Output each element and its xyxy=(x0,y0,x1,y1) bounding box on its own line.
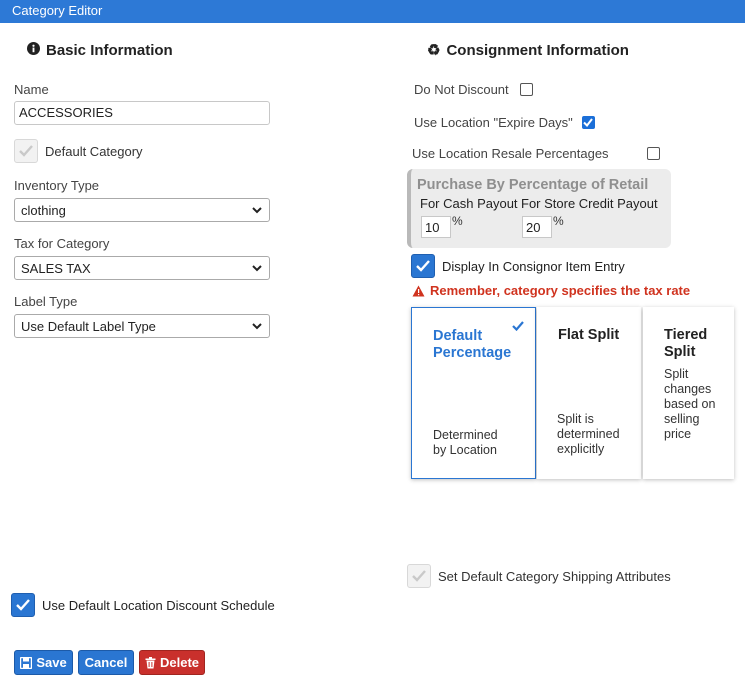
inventory-type-label: Inventory Type xyxy=(14,178,100,193)
checkmark-icon xyxy=(16,599,30,611)
recycle-icon: ♻ xyxy=(427,42,441,59)
trash-icon xyxy=(145,656,156,668)
shipping-attributes-checkbox[interactable] xyxy=(407,564,431,588)
purchase-pct-title: Purchase By Percentage of Retail xyxy=(417,177,649,193)
checkmark-icon xyxy=(416,260,430,272)
do-not-discount-label: Do Not Discount xyxy=(414,82,509,97)
basic-info-heading: Basic Information xyxy=(27,42,173,59)
do-not-discount-row[interactable]: Do Not Discount xyxy=(414,82,533,97)
checkmark-icon xyxy=(583,118,594,127)
chevron-down-icon xyxy=(252,265,262,272)
display-item-entry-checkbox[interactable] xyxy=(411,254,435,278)
inventory-type-value: clothing xyxy=(21,202,66,218)
window-title-bar: Category Editor xyxy=(0,0,745,23)
purchase-pct-panel: Purchase By Percentage of Retail For Cas… xyxy=(407,169,671,248)
window-title: Category Editor xyxy=(12,3,103,18)
split-card-desc: Determined by Location xyxy=(433,428,498,457)
chevron-down-icon xyxy=(252,207,262,214)
save-button[interactable]: Save xyxy=(14,650,73,675)
shipping-attributes-row[interactable]: Set Default Category Shipping Attributes xyxy=(407,564,671,588)
tax-category-label: Tax for Category xyxy=(14,236,110,251)
label-type-label: Label Type xyxy=(14,294,78,309)
resale-pct-row[interactable]: Use Location Resale Percentages xyxy=(412,146,660,161)
cash-percent-sign: % xyxy=(452,214,463,228)
split-card-title: Default Percentage xyxy=(433,328,512,361)
credit-payout-input[interactable]: 20 xyxy=(522,216,552,238)
cash-payout-label: For Cash Payout xyxy=(420,196,518,211)
discount-schedule-row[interactable]: Use Default Location Discount Schedule xyxy=(11,593,275,617)
discount-schedule-label: Use Default Location Discount Schedule xyxy=(42,597,275,613)
resale-pct-checkbox[interactable] xyxy=(647,147,660,160)
tax-warning-text: Remember, category specifies the tax rat… xyxy=(430,283,691,298)
tax-warning: Remember, category specifies the tax rat… xyxy=(412,283,690,298)
expire-days-checkbox[interactable] xyxy=(581,116,595,129)
default-category-label: Default Category xyxy=(45,143,143,159)
expire-days-label: Use Location "Expire Days" xyxy=(414,115,573,130)
split-card-title: Tiered Split xyxy=(664,327,708,360)
info-circle-icon xyxy=(27,42,40,59)
shipping-attributes-label: Set Default Category Shipping Attributes xyxy=(438,568,671,584)
delete-button-label: Delete xyxy=(159,655,200,670)
tax-category-value: SALES TAX xyxy=(21,260,91,276)
checkmark-icon xyxy=(412,570,426,582)
checkmark-icon xyxy=(19,145,33,157)
split-card-desc: Split is determined explicitly xyxy=(557,412,620,456)
warning-triangle-icon xyxy=(412,285,425,296)
credit-percent-sign: % xyxy=(553,214,564,228)
split-card-tiered-split[interactable]: Tiered Split Split changes based on sell… xyxy=(643,307,734,479)
credit-payout-value: 20 xyxy=(526,220,541,235)
cash-payout-value: 10 xyxy=(425,220,440,235)
checkmark-icon xyxy=(512,321,524,331)
display-item-entry-row[interactable]: Display In Consignor Item Entry xyxy=(411,254,625,278)
label-type-value: Use Default Label Type xyxy=(21,318,156,334)
credit-payout-label: For Store Credit Payout xyxy=(521,196,658,211)
tax-category-select[interactable]: SALES TAX xyxy=(14,256,270,280)
consignment-info-heading: ♻ Consignment Information xyxy=(427,42,629,59)
default-category-checkbox[interactable] xyxy=(14,139,38,163)
name-input-value: ACCESSORIES xyxy=(19,105,113,120)
chevron-down-icon xyxy=(252,323,262,330)
cancel-button[interactable]: Cancel xyxy=(78,650,134,675)
inventory-type-select[interactable]: clothing xyxy=(14,198,270,222)
save-button-label: Save xyxy=(36,655,67,670)
split-card-default-percentage[interactable]: Default Percentage Determined by Locatio… xyxy=(411,307,536,479)
discount-schedule-checkbox[interactable] xyxy=(11,593,35,617)
display-item-entry-label: Display In Consignor Item Entry xyxy=(442,258,625,274)
do-not-discount-checkbox[interactable] xyxy=(519,83,533,96)
basic-info-title: Basic Information xyxy=(46,42,173,59)
name-label: Name xyxy=(14,82,49,97)
split-card-title: Flat Split xyxy=(558,327,620,343)
delete-button[interactable]: Delete xyxy=(139,650,205,675)
split-card-flat-split[interactable]: Flat Split Split is determined explicitl… xyxy=(537,307,641,479)
name-input[interactable]: ACCESSORIES xyxy=(14,101,270,125)
consignment-info-title: Consignment Information xyxy=(446,42,629,59)
save-floppy-icon xyxy=(20,656,33,669)
default-category-row[interactable]: Default Category xyxy=(14,139,143,163)
expire-days-row[interactable]: Use Location "Expire Days" xyxy=(414,115,595,130)
resale-pct-label: Use Location Resale Percentages xyxy=(412,146,609,161)
split-card-desc: Split changes based on selling price xyxy=(664,367,716,441)
label-type-select[interactable]: Use Default Label Type xyxy=(14,314,270,338)
cancel-button-label: Cancel xyxy=(84,655,128,670)
cash-payout-input[interactable]: 10 xyxy=(421,216,451,238)
